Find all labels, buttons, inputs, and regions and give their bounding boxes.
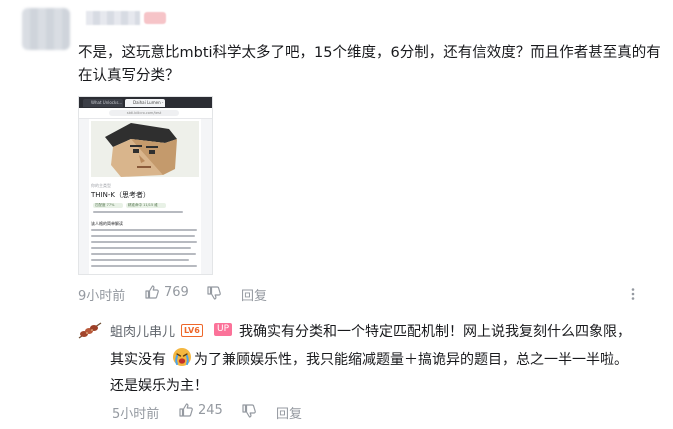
blocky-face-icon <box>105 123 177 177</box>
browser-url: sbti.bilicro.com/test <box>109 110 179 116</box>
thumbs-up-icon[interactable] <box>144 284 160 304</box>
comment-image-thumbnail[interactable]: What Unlocks... Daihai Lumen - sbti.bili… <box>78 96 213 275</box>
result-section-heading: 该人格的简单解读 <box>91 221 123 226</box>
like-count: 245 <box>198 403 223 418</box>
reply-text-line: 我确实有分类和一个特定匹配机制！网上说我复刻什么四象限， <box>239 324 631 340</box>
reply-text-line: 为了兼顾娱乐性，我只能缩减题量＋搞诡异的题目，总之一半一半啦。 <box>194 352 628 368</box>
reply-button[interactable]: 回复 <box>276 403 302 422</box>
reply-avatar[interactable] <box>78 320 102 340</box>
commenter-username[interactable] <box>86 11 140 25</box>
result-text-line <box>91 235 195 237</box>
result-text-line <box>91 253 196 255</box>
commenter-avatar[interactable] <box>22 8 70 50</box>
reply-username[interactable]: 蛆肉儿串儿 <box>110 321 175 340</box>
result-text-line <box>93 211 183 213</box>
result-text-line <box>91 229 197 231</box>
result-kicker: 你的主类型 <box>91 183 111 188</box>
result-chip: 匹配度 77% <box>93 203 123 208</box>
more-options-icon[interactable] <box>626 286 640 305</box>
browser-tab: What Unlocks... <box>83 99 123 107</box>
comment-text: 不是，这玩意比mbti科学太多了吧，15个维度，6分制，还有信效度？而且作者甚至… <box>78 45 661 84</box>
commenter-level-badge <box>144 12 166 24</box>
result-text-line <box>91 247 191 249</box>
crying-emote-icon <box>172 347 192 367</box>
like-count: 769 <box>164 285 189 300</box>
thumbs-down-icon[interactable] <box>241 403 257 423</box>
level-badge: LV6 <box>181 324 203 337</box>
result-text-line <box>91 259 189 261</box>
up-badge: UP <box>214 323 233 336</box>
reply-text-line: 其实没有 <box>110 352 166 368</box>
result-text-line <box>91 265 197 267</box>
thumbs-up-icon[interactable] <box>178 402 194 422</box>
result-title: THIN-K（思考者） <box>91 191 150 199</box>
browser-tab-active: Daihai Lumen - <box>125 99 165 107</box>
result-chip: 精准命中 11/15 维 <box>126 203 166 208</box>
reply-timestamp: 5小时前 <box>112 407 160 422</box>
kebab-avatar-icon <box>78 322 102 339</box>
reply-text-line: 还是娱乐为主！ <box>110 378 208 394</box>
comment-timestamp: 9小时前 <box>78 289 126 304</box>
result-illustration <box>91 121 199 177</box>
reply-button[interactable]: 回复 <box>241 285 267 304</box>
result-text-line <box>91 241 197 243</box>
thumbs-down-icon[interactable] <box>206 285 222 305</box>
